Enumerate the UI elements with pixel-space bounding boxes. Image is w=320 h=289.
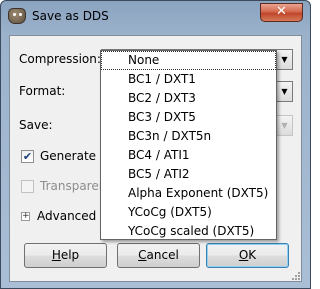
advanced-options-label[interactable]: Advanced O (37, 209, 110, 223)
close-button[interactable]: ✕ (260, 3, 303, 22)
resize-grip-icon[interactable] (290, 270, 300, 280)
transparent-checkbox[interactable] (21, 180, 34, 193)
format-label: Format: (19, 84, 66, 98)
dropdown-option-alpha-exponent[interactable]: Alpha Exponent (DXT5) (101, 184, 276, 203)
dropdown-option-bc3n[interactable]: BC3n / DXT5n (101, 127, 276, 146)
ok-button[interactable]: OK (206, 243, 289, 268)
compression-label: Compression: (19, 52, 101, 66)
chevron-down-icon[interactable]: ▼ (276, 116, 292, 135)
dialog-window: Save as DDS ✕ Compression: ▼ Format: ▼ S… (0, 0, 311, 289)
compression-dropdown-list: None BC1 / DXT1 BC2 / DXT3 BC3 / DXT5 BC… (100, 50, 277, 240)
help-label-rest: elp (60, 248, 80, 262)
cancel-button[interactable]: Cancel (117, 243, 200, 268)
dropdown-option-bc2[interactable]: BC2 / DXT3 (101, 89, 276, 108)
cancel-mnemonic: C (138, 248, 147, 262)
generate-mipmaps-checkbox[interactable]: ✔ (21, 150, 34, 163)
dropdown-option-bc3[interactable]: BC3 / DXT5 (101, 108, 276, 127)
dropdown-option-ycocg[interactable]: YCoCg (DXT5) (101, 203, 276, 222)
dropdown-option-bc4[interactable]: BC4 / ATI1 (101, 146, 276, 165)
chevron-down-icon[interactable]: ▼ (276, 50, 292, 69)
ok-label-rest: K (248, 248, 257, 262)
chevron-down-icon[interactable]: ▼ (276, 82, 292, 101)
dropdown-option-bc5[interactable]: BC5 / ATI2 (101, 165, 276, 184)
dropdown-option-ycocg-scaled[interactable]: YCoCg scaled (DXT5) (101, 222, 276, 241)
dropdown-option-bc1[interactable]: BC1 / DXT1 (101, 70, 276, 89)
help-button[interactable]: Help (24, 243, 107, 268)
dropdown-option-none[interactable]: None (101, 51, 276, 70)
gimp-wilber-icon (8, 8, 26, 24)
ok-mnemonic: O (238, 248, 249, 262)
title-bar[interactable]: Save as DDS ✕ (1, 1, 310, 35)
window-title: Save as DDS (32, 9, 109, 23)
expand-plus-icon[interactable]: + (21, 212, 30, 221)
save-label: Save: (19, 118, 53, 132)
help-mnemonic: H (51, 248, 61, 262)
cancel-label-rest: ancel (146, 248, 179, 262)
